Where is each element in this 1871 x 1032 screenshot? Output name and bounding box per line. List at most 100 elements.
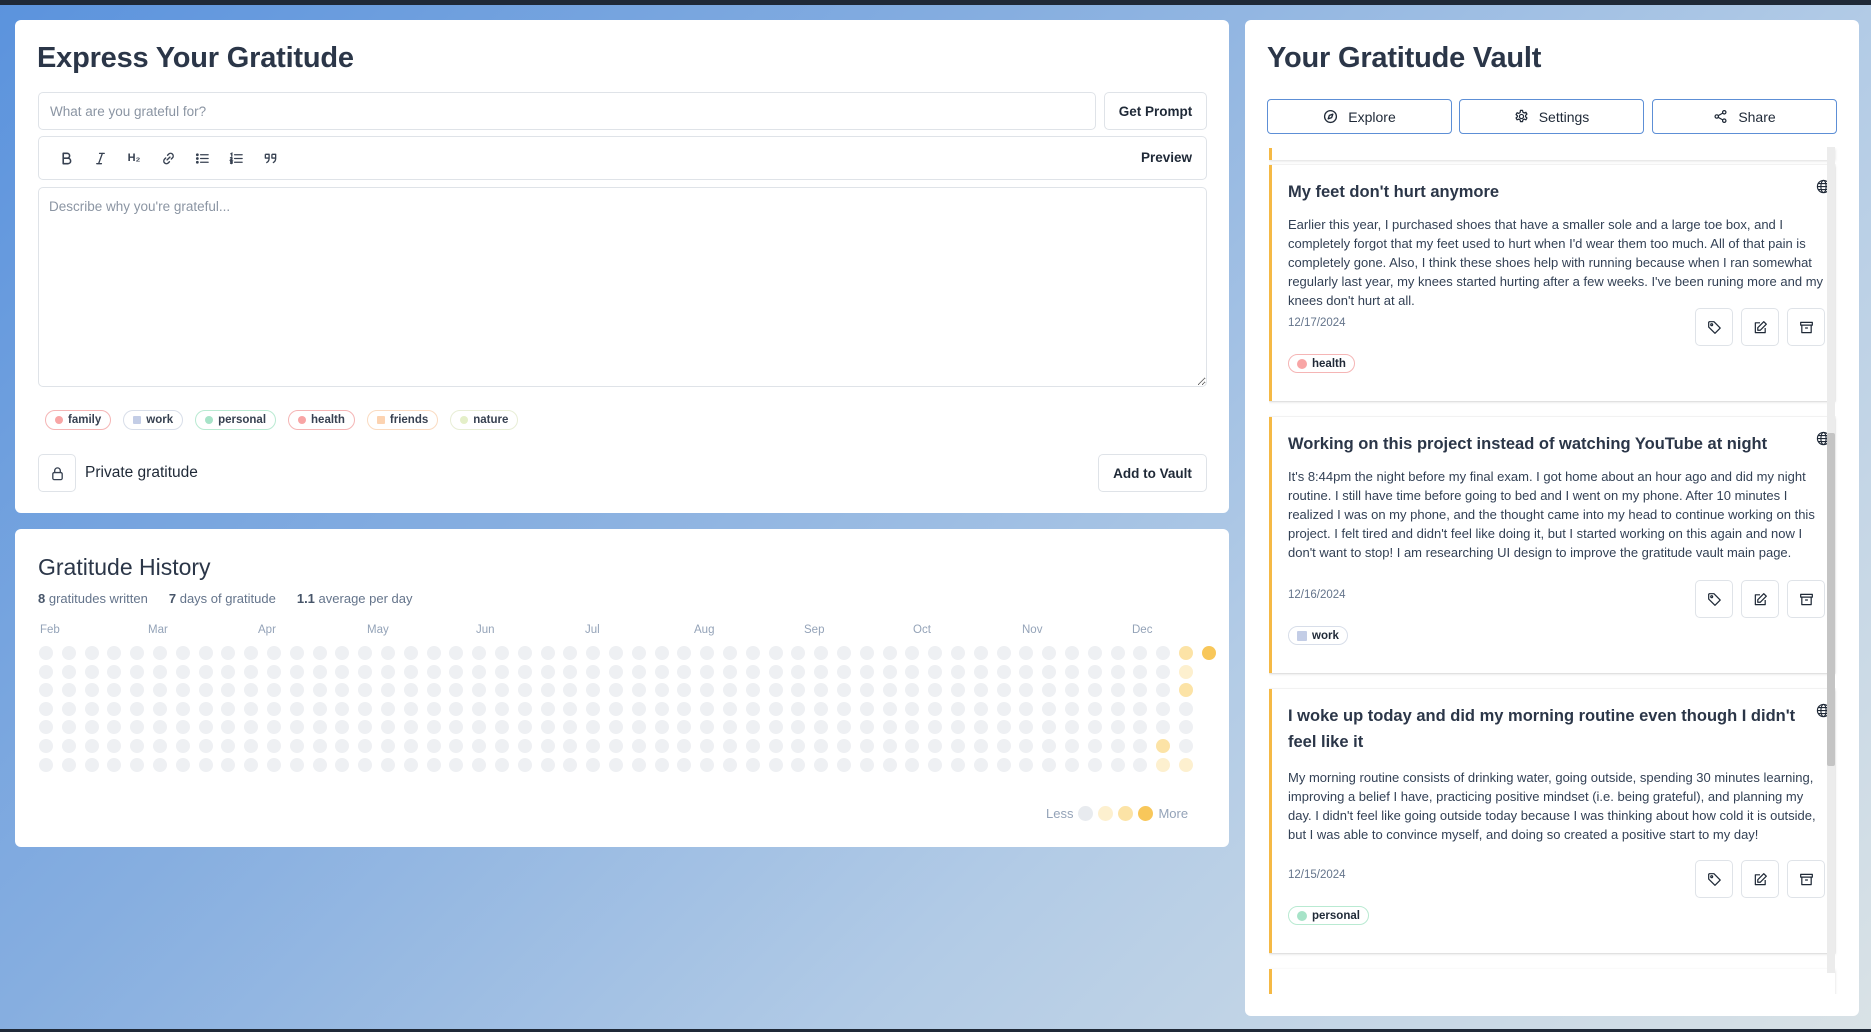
heatmap-day-cell[interactable] <box>1065 739 1079 753</box>
heatmap-day-cell[interactable] <box>358 702 372 716</box>
heatmap-day-cell[interactable] <box>313 646 327 660</box>
heatmap-day-cell[interactable] <box>107 758 121 772</box>
heatmap-day-cell[interactable] <box>1065 683 1079 697</box>
heatmap-day-cell[interactable] <box>335 720 349 734</box>
heatmap-day-cell[interactable] <box>837 683 851 697</box>
heatmap-day-cell[interactable] <box>609 758 623 772</box>
heatmap-day-cell[interactable] <box>1179 665 1193 679</box>
heatmap-day-cell[interactable] <box>39 665 53 679</box>
heatmap-day-cell[interactable] <box>814 758 828 772</box>
heatmap-day-cell[interactable] <box>153 665 167 679</box>
heatmap-day-cell[interactable] <box>746 720 760 734</box>
heatmap-day-cell[interactable] <box>586 758 600 772</box>
heatmap-day-cell[interactable] <box>427 683 441 697</box>
heatmap-day-cell[interactable] <box>905 720 919 734</box>
heatmap-day-cell[interactable] <box>1065 720 1079 734</box>
heatmap-day-cell[interactable] <box>563 758 577 772</box>
heatmap-day-cell[interactable] <box>221 720 235 734</box>
heatmap-day-cell[interactable] <box>358 683 372 697</box>
heatmap-day-cell[interactable] <box>153 720 167 734</box>
heatmap-day-cell[interactable] <box>928 646 942 660</box>
heatmap-day-cell[interactable] <box>609 665 623 679</box>
heatmap-day-cell[interactable] <box>85 702 99 716</box>
heatmap-day-cell[interactable] <box>974 702 988 716</box>
heatmap-day-cell[interactable] <box>449 665 463 679</box>
heatmap-day-cell[interactable] <box>1019 646 1033 660</box>
heatmap-day-cell[interactable] <box>1065 665 1079 679</box>
edit-icon[interactable] <box>1741 860 1779 898</box>
heatmap-day-cell[interactable] <box>677 665 691 679</box>
heatmap-day-cell[interactable] <box>951 720 965 734</box>
heatmap-day-cell[interactable] <box>518 720 532 734</box>
heatmap-day-cell[interactable] <box>746 739 760 753</box>
heatmap-day-cell[interactable] <box>541 665 555 679</box>
heatmap-day-cell[interactable] <box>905 665 919 679</box>
heatmap-day-cell[interactable] <box>199 683 213 697</box>
heatmap-day-cell[interactable] <box>1042 720 1056 734</box>
heatmap-day-cell[interactable] <box>358 739 372 753</box>
heatmap-day-cell[interactable] <box>39 646 53 660</box>
heatmap-day-cell[interactable] <box>1019 683 1033 697</box>
link-icon[interactable] <box>151 143 185 173</box>
heatmap-day-cell[interactable] <box>700 720 714 734</box>
heatmap-day-cell[interactable] <box>1042 665 1056 679</box>
heatmap-day-cell[interactable] <box>335 739 349 753</box>
private-toggle[interactable]: Private gratitude <box>38 454 198 492</box>
heatmap-day-cell[interactable] <box>837 758 851 772</box>
heatmap-day-cell[interactable] <box>495 720 509 734</box>
entry-tag-work[interactable]: work <box>1288 626 1348 645</box>
heatmap-day-cell[interactable] <box>997 720 1011 734</box>
heatmap-day-cell[interactable] <box>85 758 99 772</box>
heatmap-day-cell[interactable] <box>1133 739 1147 753</box>
heatmap-day-cell[interactable] <box>1111 758 1125 772</box>
heatmap-day-cell[interactable] <box>244 739 258 753</box>
heatmap-day-cell[interactable] <box>997 758 1011 772</box>
heatmap-day-cell[interactable] <box>267 702 281 716</box>
tag-icon[interactable] <box>1695 308 1733 346</box>
heatmap-day-cell[interactable] <box>1042 739 1056 753</box>
heatmap-day-cell[interactable] <box>928 739 942 753</box>
heatmap-day-cell[interactable] <box>1179 646 1193 660</box>
heatmap-day-cell[interactable] <box>563 665 577 679</box>
heatmap-day-cell[interactable] <box>586 702 600 716</box>
heatmap-day-cell[interactable] <box>176 665 190 679</box>
settings-button[interactable]: Settings <box>1459 99 1644 134</box>
tag-chip-work[interactable]: work <box>123 410 184 430</box>
heatmap-day-cell[interactable] <box>791 683 805 697</box>
heatmap-day-cell[interactable] <box>1133 646 1147 660</box>
heatmap-day-cell[interactable] <box>404 665 418 679</box>
heatmap-day-cell[interactable] <box>358 758 372 772</box>
heatmap-day-cell[interactable] <box>39 702 53 716</box>
vault-entry-list[interactable]: My feet don't hurt anymore Earlier this … <box>1269 148 1851 994</box>
heatmap-day-cell[interactable] <box>974 665 988 679</box>
heatmap-day-cell[interactable] <box>221 702 235 716</box>
vault-scrollbar-thumb[interactable] <box>1827 433 1835 766</box>
heatmap-day-cell[interactable] <box>427 720 441 734</box>
heatmap-day-cell[interactable] <box>632 720 646 734</box>
heatmap-day-cell[interactable] <box>62 739 76 753</box>
entry-tag-personal[interactable]: personal <box>1288 906 1369 925</box>
heatmap-day-cell[interactable] <box>1202 646 1216 660</box>
heatmap-day-cell[interactable] <box>814 646 828 660</box>
heatmap-day-cell[interactable] <box>1088 739 1102 753</box>
heatmap-day-cell[interactable] <box>951 646 965 660</box>
heatmap-day-cell[interactable] <box>85 739 99 753</box>
heatmap-day-cell[interactable] <box>176 646 190 660</box>
heatmap-day-cell[interactable] <box>449 758 463 772</box>
heatmap-day-cell[interactable] <box>404 646 418 660</box>
add-to-vault-button[interactable]: Add to Vault <box>1098 454 1207 492</box>
tag-chip-health[interactable]: health <box>288 410 355 430</box>
heatmap-day-cell[interactable] <box>951 739 965 753</box>
heatmap-day-cell[interactable] <box>130 702 144 716</box>
heatmap-day-cell[interactable] <box>609 646 623 660</box>
heatmap-day-cell[interactable] <box>723 720 737 734</box>
heatmap-day-cell[interactable] <box>130 646 144 660</box>
heatmap-day-cell[interactable] <box>700 665 714 679</box>
heatmap-day-cell[interactable] <box>974 646 988 660</box>
heatmap-day-cell[interactable] <box>814 739 828 753</box>
heatmap-day-cell[interactable] <box>951 702 965 716</box>
heatmap-day-cell[interactable] <box>609 683 623 697</box>
heatmap-day-cell[interactable] <box>1133 702 1147 716</box>
heatmap-day-cell[interactable] <box>1088 683 1102 697</box>
heatmap-day-cell[interactable] <box>997 646 1011 660</box>
